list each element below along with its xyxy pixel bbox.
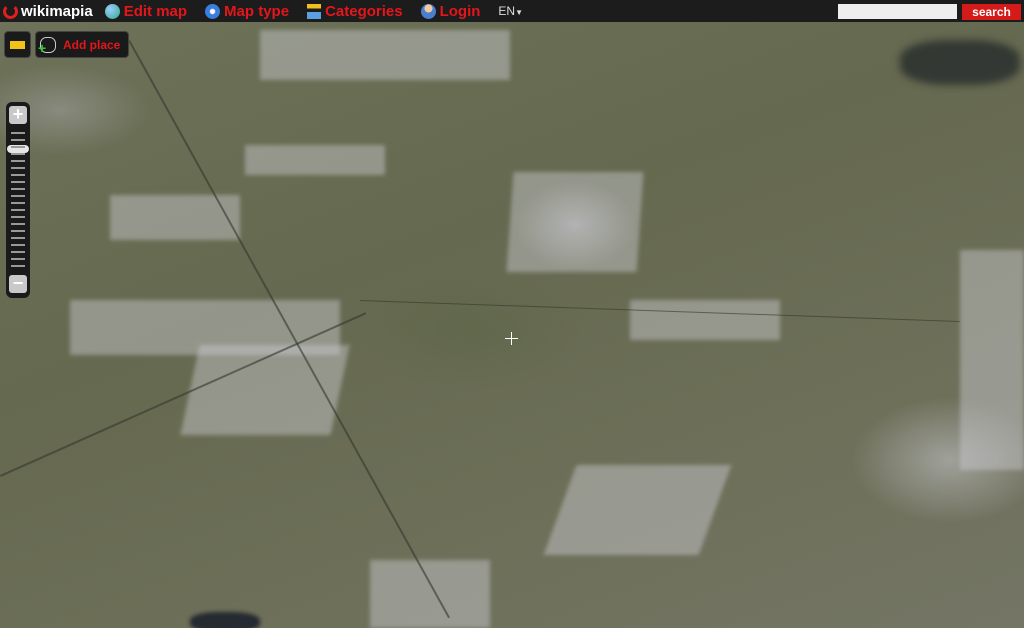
zoom-tick xyxy=(11,146,25,148)
map-terrain xyxy=(543,465,732,555)
zoom-tick xyxy=(11,209,25,211)
zoom-tick xyxy=(11,216,25,218)
crosshair-icon xyxy=(505,332,518,345)
add-polygon-icon xyxy=(38,36,56,56)
logo-icon xyxy=(3,3,18,19)
logo-text: wikimapia xyxy=(21,2,93,20)
map-terrain xyxy=(630,300,780,340)
zoom-tick xyxy=(11,188,25,190)
chevron-down-icon: ▼ xyxy=(515,8,524,17)
user-icon xyxy=(420,3,436,19)
nav-label: Edit map xyxy=(123,2,188,20)
satellite-map[interactable] xyxy=(0,0,1024,628)
map-terrain xyxy=(960,250,1024,470)
zoom-tick xyxy=(11,223,25,225)
zoom-tick xyxy=(11,181,25,183)
map-terrain xyxy=(506,172,644,272)
map-pond xyxy=(900,40,1020,85)
map-terrain xyxy=(370,560,490,628)
zoom-control: + − xyxy=(6,102,30,298)
edit-map-menu[interactable]: Edit map xyxy=(104,2,188,20)
language-label: EN xyxy=(498,4,516,18)
zoom-tick xyxy=(11,174,25,176)
map-terrain xyxy=(245,145,385,175)
zoom-tick xyxy=(11,258,25,260)
nav-label: Map type xyxy=(224,2,290,20)
globe-pencil-icon xyxy=(104,3,120,19)
categories-menu[interactable]: Categories xyxy=(307,3,403,20)
map-pond xyxy=(190,612,260,628)
ruler-icon xyxy=(10,40,25,49)
login-menu[interactable]: Login xyxy=(420,2,481,20)
zoom-tick xyxy=(11,244,25,246)
add-place-button[interactable]: Add place xyxy=(35,31,129,58)
wikimapia-logo[interactable]: wikimapia xyxy=(3,3,93,20)
zoom-tick xyxy=(11,230,25,232)
zoom-in-button[interactable]: + xyxy=(9,105,27,124)
nav-label: Categories xyxy=(325,2,403,20)
search-input[interactable] xyxy=(838,4,957,19)
zoom-tick xyxy=(11,265,25,267)
zoom-tick xyxy=(11,153,25,155)
language-selector[interactable]: EN▼ xyxy=(498,4,523,18)
zoom-tick xyxy=(11,167,25,169)
zoom-tick xyxy=(11,160,25,162)
map-terrain xyxy=(110,195,240,240)
zoom-tick xyxy=(11,139,25,141)
map-terrain xyxy=(260,30,510,80)
tree-list-icon xyxy=(307,3,322,19)
add-place-label: Add place xyxy=(63,37,121,52)
search-button[interactable]: search xyxy=(962,4,1021,20)
zoom-tick xyxy=(11,237,25,239)
compass-icon xyxy=(205,3,221,19)
zoom-tick xyxy=(11,132,25,134)
zoom-tick xyxy=(11,195,25,197)
zoom-tick xyxy=(11,251,25,253)
map-type-menu[interactable]: Map type xyxy=(205,3,289,20)
zoom-tick xyxy=(11,202,25,204)
nav-label: Login xyxy=(439,2,481,20)
zoom-out-button[interactable]: − xyxy=(9,274,27,293)
ruler-button[interactable] xyxy=(4,31,31,58)
